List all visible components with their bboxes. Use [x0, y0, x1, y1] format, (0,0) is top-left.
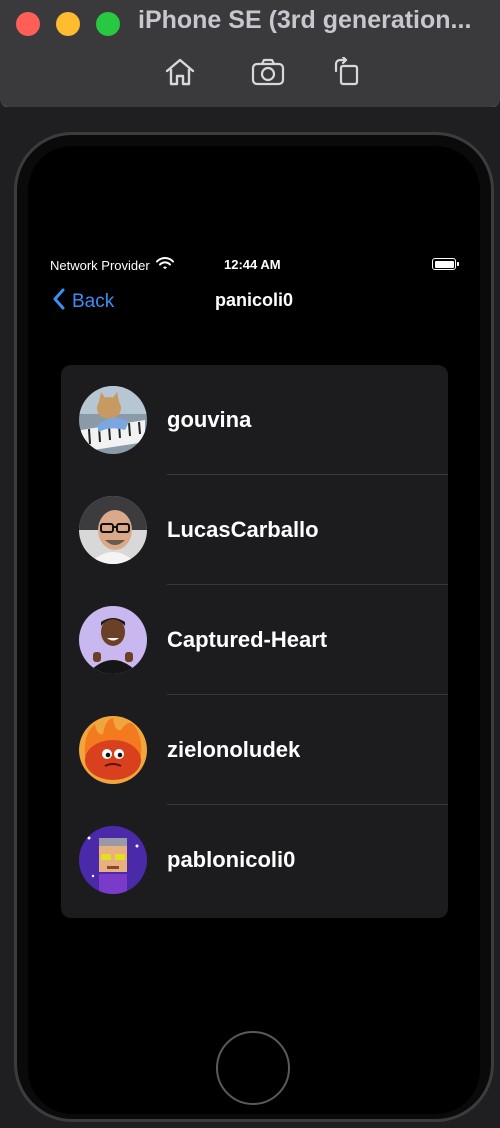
- avatar: [79, 716, 147, 784]
- carrier-info: Network Provider: [50, 257, 174, 273]
- close-window-button[interactable]: [16, 12, 40, 36]
- username: gouvina: [167, 407, 252, 432]
- list-item[interactable]: zielonoludek: [61, 695, 448, 805]
- username: LucasCarballo: [167, 517, 319, 542]
- username: zielonoludek: [167, 737, 301, 762]
- username: pablonicoli0: [167, 847, 296, 872]
- battery-icon: [432, 258, 459, 270]
- wifi-icon: [155, 257, 174, 273]
- clock: 12:44 AM: [224, 257, 281, 272]
- avatar: [79, 386, 147, 454]
- status-bar: Network Provider 12:44 AM: [0, 250, 500, 280]
- list-item[interactable]: LucasCarballo: [61, 475, 448, 585]
- camera-icon[interactable]: [251, 56, 285, 88]
- navigation-bar: Back panicoli0: [0, 284, 500, 318]
- list-item[interactable]: pablonicoli0: [61, 805, 448, 915]
- user-list: gouvina LucasCarballo Captured-Heart zie…: [61, 365, 448, 918]
- simulator-titlebar: iPhone SE (3rd generation...: [0, 0, 500, 108]
- list-item[interactable]: Captured-Heart: [61, 585, 448, 695]
- avatar: [79, 826, 147, 894]
- minimize-window-button[interactable]: [56, 12, 80, 36]
- home-icon[interactable]: [163, 56, 197, 88]
- avatar: [79, 496, 147, 564]
- back-button[interactable]: Back: [52, 288, 114, 316]
- back-label: Back: [72, 291, 115, 312]
- rotate-icon[interactable]: [330, 56, 364, 88]
- chevron-left-icon: [52, 288, 66, 316]
- avatar: [79, 606, 147, 674]
- zoom-window-button[interactable]: [96, 12, 120, 36]
- home-button[interactable]: [216, 1031, 290, 1105]
- window-title: iPhone SE (3rd generation...: [138, 6, 472, 34]
- simulator-window: iPhone SE (3rd generation... Network Pro…: [0, 0, 500, 1128]
- carrier-label: Network Provider: [50, 257, 150, 273]
- page-title: panicoli0: [214, 290, 294, 310]
- list-item[interactable]: gouvina: [61, 365, 448, 475]
- username: Captured-Heart: [167, 627, 328, 652]
